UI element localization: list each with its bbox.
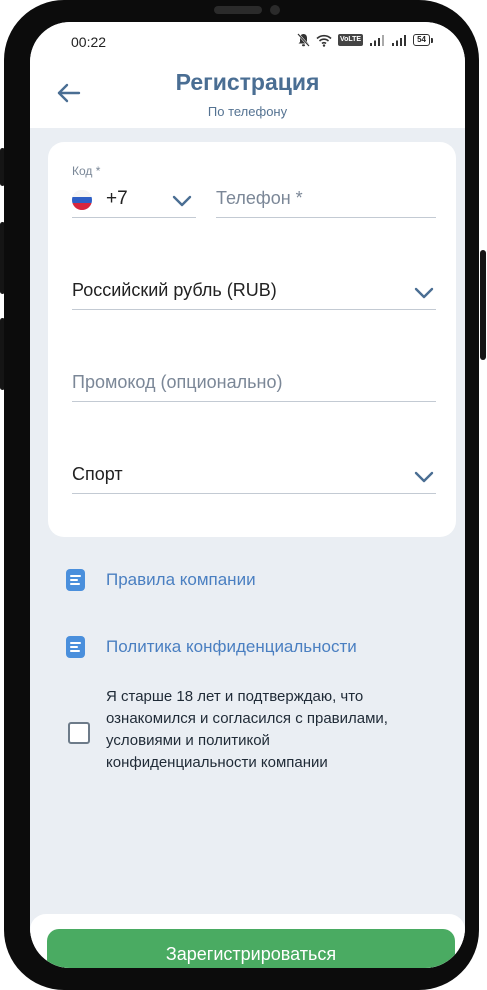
status-icons: VoLTE 54 xyxy=(297,32,433,48)
front-camera xyxy=(270,5,280,15)
code-label: Код * xyxy=(72,164,101,178)
status-time: 00:22 xyxy=(71,34,107,50)
page-title: Регистрация xyxy=(175,69,320,95)
privacy-link-text: Политика конфиденциальности xyxy=(106,637,357,656)
speaker-notch xyxy=(214,6,262,14)
chevron-down-icon xyxy=(172,195,192,207)
chevron-down-icon xyxy=(414,471,434,483)
promo-code-input[interactable]: Промокод (опционально) xyxy=(72,366,436,402)
rules-link[interactable]: Правила компании xyxy=(66,566,366,596)
phone-frame: 00:22 VoLTE 54 Регистрация По телефону К… xyxy=(4,0,479,990)
register-button[interactable]: Зарегистрироваться xyxy=(47,929,455,968)
battery-icon: 54 xyxy=(413,34,433,46)
registration-form-card: Код * +7 Телефон * Российский рубль (RUB… xyxy=(48,142,456,537)
document-icon xyxy=(66,569,85,591)
russia-flag-icon xyxy=(72,190,92,210)
bonus-underline xyxy=(72,493,436,494)
agreement-text: Я старше 18 лет и подтверждаю, что ознак… xyxy=(106,688,388,771)
bonus-select[interactable]: Спорт xyxy=(72,458,436,494)
signal-icon xyxy=(370,35,385,46)
app-header: 00:22 VoLTE 54 Регистрация По телефону xyxy=(30,22,465,128)
volte-badge: VoLTE xyxy=(337,34,364,46)
country-code-select[interactable]: +7 xyxy=(72,182,196,218)
chevron-down-icon xyxy=(414,287,434,299)
battery-level: 54 xyxy=(413,34,430,46)
signal-icon-2 xyxy=(392,35,407,46)
privacy-link[interactable]: Политика конфиденциальности xyxy=(66,633,426,663)
wifi-icon xyxy=(316,34,332,47)
currency-value: Российский рубль (RUB) xyxy=(72,280,277,300)
page-subtitle: По телефону xyxy=(207,104,288,119)
currency-select[interactable]: Российский рубль (RUB) xyxy=(72,274,436,310)
phone-placeholder: Телефон * xyxy=(216,188,303,208)
phone-underline xyxy=(216,217,436,218)
promo-placeholder: Промокод (опционально) xyxy=(72,372,283,392)
promo-underline xyxy=(72,401,436,402)
screen: 00:22 VoLTE 54 Регистрация По телефону К… xyxy=(30,22,465,968)
currency-underline xyxy=(72,309,436,310)
phone-input[interactable]: Телефон * xyxy=(216,182,436,218)
mute-bell-icon xyxy=(297,33,310,47)
code-underline xyxy=(72,217,196,218)
document-icon xyxy=(66,636,85,658)
rules-link-text: Правила компании xyxy=(106,570,256,589)
power-button xyxy=(480,250,486,360)
age-agreement-checkbox[interactable] xyxy=(68,722,90,744)
bonus-value: Спорт xyxy=(72,464,123,484)
country-code-value: +7 xyxy=(106,188,128,209)
